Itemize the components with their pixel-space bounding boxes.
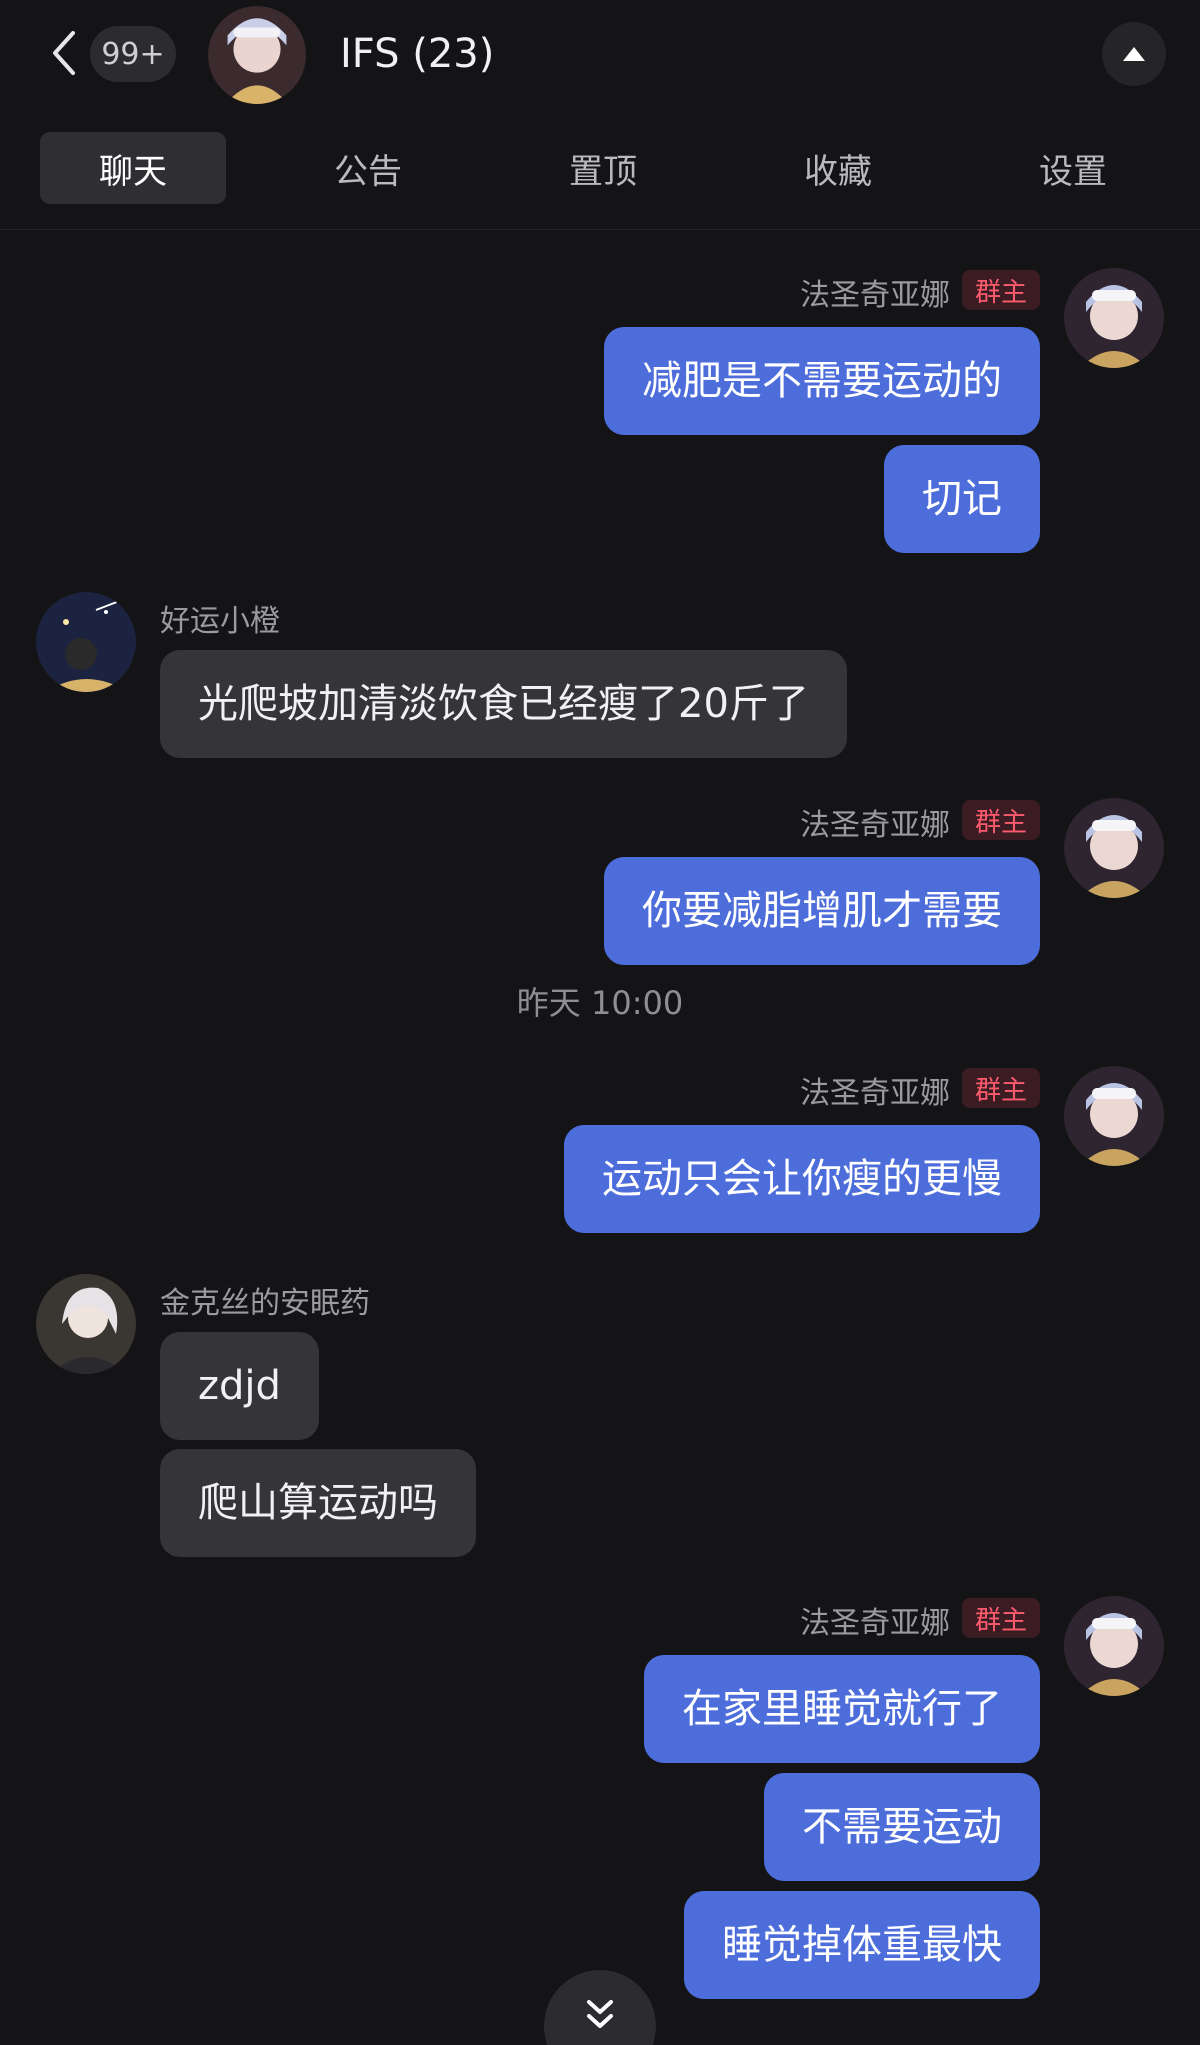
header-divider	[0, 229, 1200, 230]
triangle-up-icon	[1123, 47, 1145, 61]
sender-name: 法圣奇亚娜	[800, 808, 950, 843]
sender-name: 法圣奇亚娜	[800, 278, 950, 313]
tab-chat[interactable]: 聊天	[40, 132, 226, 204]
avatar[interactable]	[36, 1274, 136, 1374]
avatar[interactable]	[1064, 1066, 1164, 1166]
tab-bar: 聊天 公告 置顶 收藏 设置	[0, 132, 1200, 206]
message-bubble[interactable]: 减肥是不需要运动的	[604, 327, 1040, 435]
owner-badge: 群主	[962, 1068, 1040, 1108]
timestamp: 昨天 10:00	[516, 984, 684, 1022]
chat-header: 99+ IFS (23)	[0, 0, 1200, 110]
group-avatar[interactable]	[208, 6, 306, 104]
message-bubble[interactable]: 切记	[884, 445, 1040, 553]
avatar[interactable]	[1064, 1596, 1164, 1696]
message-bubble[interactable]: zdjd	[160, 1332, 319, 1440]
collapse-button[interactable]	[1102, 22, 1166, 86]
sender-name: 金克丝的安眠药	[160, 1286, 370, 1321]
tab-announcement[interactable]: 公告	[300, 132, 436, 204]
message-bubble[interactable]: 爬山算运动吗	[160, 1449, 476, 1557]
avatar[interactable]	[1064, 268, 1164, 368]
scroll-to-bottom-button[interactable]	[544, 1970, 656, 2045]
chevron-left-icon	[53, 31, 75, 75]
double-chevron-down-icon	[587, 2000, 613, 2028]
owner-badge: 群主	[962, 1598, 1040, 1638]
group-title: IFS (23)	[340, 31, 495, 77]
tab-favorites[interactable]: 收藏	[770, 132, 906, 204]
back-button[interactable]	[44, 28, 84, 78]
message-bubble[interactable]: 你要减脂增肌才需要	[604, 857, 1040, 965]
message-bubble[interactable]: 光爬坡加清淡饮食已经瘦了20斤了	[160, 650, 847, 758]
sender-name: 好运小橙	[160, 604, 280, 639]
tab-pinned[interactable]: 置顶	[535, 132, 671, 204]
message-bubble[interactable]: 在家里睡觉就行了	[644, 1655, 1040, 1763]
chat-screen: 99+ IFS (23) 聊天 公告 置顶 收藏 设置 法圣奇亚娜 群主 减肥是…	[0, 0, 1200, 2045]
message-bubble[interactable]: 不需要运动	[764, 1773, 1040, 1881]
avatar[interactable]	[1064, 798, 1164, 898]
sender-name: 法圣奇亚娜	[800, 1606, 950, 1641]
owner-badge: 群主	[962, 270, 1040, 310]
tab-settings[interactable]: 设置	[1005, 132, 1141, 204]
sender-name: 法圣奇亚娜	[800, 1076, 950, 1111]
unread-count-badge[interactable]: 99+	[90, 26, 176, 82]
owner-badge: 群主	[962, 800, 1040, 840]
avatar[interactable]	[36, 592, 136, 692]
message-bubble[interactable]: 睡觉掉体重最快	[684, 1891, 1040, 1999]
message-bubble[interactable]: 运动只会让你瘦的更慢	[564, 1125, 1040, 1233]
